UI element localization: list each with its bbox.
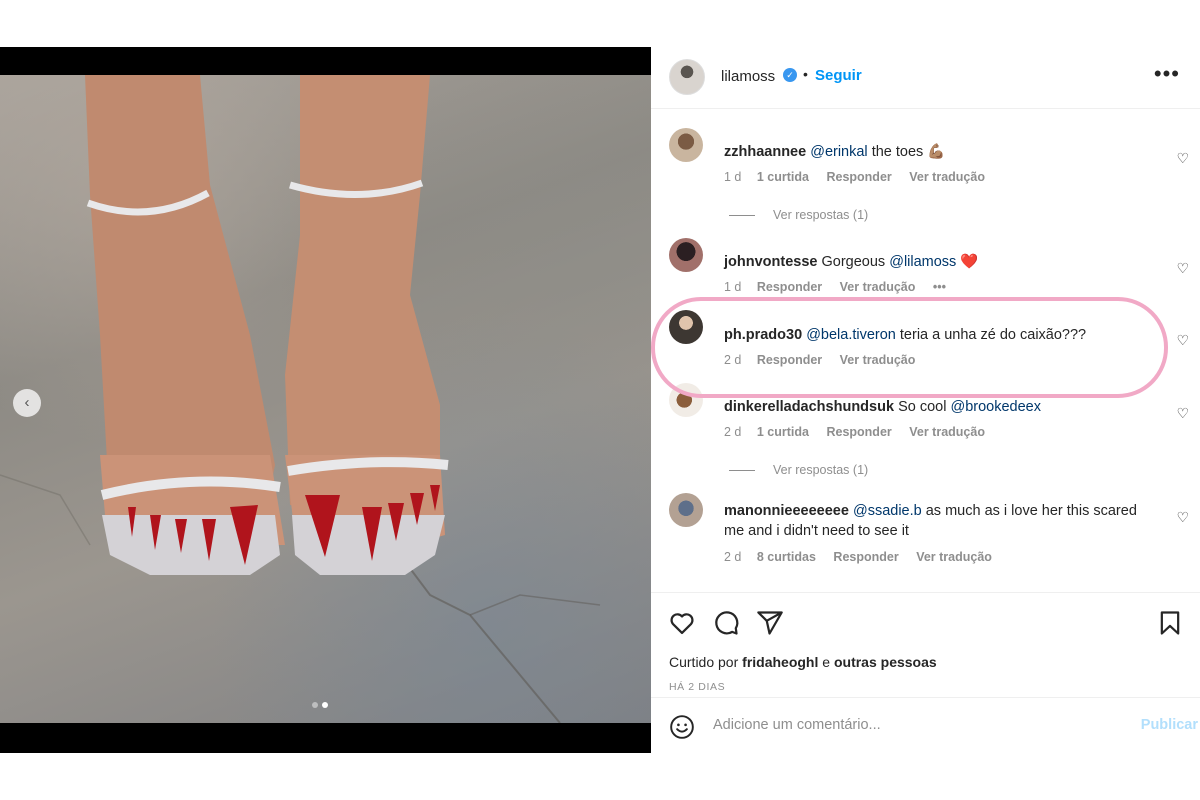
likes-others[interactable]: outras pessoas [834, 654, 937, 670]
post-side-panel: lilamoss ✓ • Seguir ••• zzhhaannee @erin… [651, 47, 1200, 753]
post-media: ‹ [0, 47, 651, 753]
comment-likes[interactable]: 1 curtida [757, 425, 809, 439]
author-avatar[interactable] [669, 59, 705, 95]
comment-mention[interactable]: @erinkal [810, 144, 867, 160]
comment-avatar[interactable] [669, 310, 703, 344]
comment-text: johnvontesse Gorgeous @lilamoss ❤️ [724, 252, 1154, 272]
bookmark-icon[interactable] [1156, 609, 1184, 637]
comment-time[interactable]: 2 d [724, 425, 741, 439]
emoji-icon[interactable] [669, 714, 695, 740]
comment-username[interactable]: ph.prado30 [724, 327, 802, 343]
translate-button[interactable]: Ver tradução [916, 550, 992, 564]
comment-content: teria a unha zé do caixão??? [899, 327, 1087, 343]
comment-username[interactable]: manonnieeeeeeee [724, 503, 849, 519]
comment-mention[interactable]: @brookedeex [950, 399, 1041, 415]
comment-username[interactable]: dinkerelladachshundsuk [724, 399, 894, 415]
author-username[interactable]: lilamoss [721, 68, 775, 85]
comment-text: manonnieeeeeeee @ssadie.b as much as i l… [724, 501, 1154, 541]
follow-button[interactable]: Seguir [815, 67, 862, 84]
header-separator: • [803, 66, 808, 82]
comment-like-heart-icon[interactable]: ♡ [1176, 332, 1189, 349]
comment-options-icon[interactable]: ••• [933, 280, 946, 294]
comment-time[interactable]: 2 d [724, 550, 741, 564]
comment-content: Gorgeous [821, 254, 886, 270]
comment-like-heart-icon[interactable]: ♡ [1176, 260, 1189, 277]
translate-button[interactable]: Ver tradução [909, 425, 985, 439]
carousel-dot-active [322, 702, 328, 708]
comment-avatar[interactable] [669, 128, 703, 162]
translate-button[interactable]: Ver tradução [909, 170, 985, 184]
publish-button[interactable]: Publicar [1141, 717, 1198, 733]
comment-avatar[interactable] [669, 238, 703, 272]
likes-prefix: Curtido por [669, 654, 739, 670]
view-replies-button[interactable]: Ver respostas (1) [729, 463, 868, 477]
post-actions: Curtido por fridaheoghl e outras pessoas… [651, 592, 1200, 702]
comment-content: So cool [898, 399, 947, 415]
comment-meta: 2 d 1 curtida Responder Ver tradução [724, 425, 999, 439]
comment-meta: 1 d Responder Ver tradução ••• [724, 280, 960, 294]
comment-emoji: ❤️ [960, 254, 979, 270]
comment-username[interactable]: johnvontesse [724, 254, 817, 270]
comment-content: the toes 💪🏽 [871, 144, 946, 160]
comment-username[interactable]: zzhhaannee [724, 144, 806, 160]
translate-button[interactable]: Ver tradução [840, 280, 916, 294]
comment-mention[interactable]: @bela.tiveron [806, 327, 896, 343]
feet-in-sandals-illustration [0, 75, 601, 723]
carousel-dots [312, 702, 328, 708]
comment-time[interactable]: 1 d [724, 170, 741, 184]
comment-avatar[interactable] [669, 383, 703, 417]
post-photo [0, 75, 651, 723]
likes-connector: e [822, 654, 831, 670]
comment-meta: 2 d 8 curtidas Responder Ver tradução [724, 550, 1006, 564]
comment-likes[interactable]: 1 curtida [757, 170, 809, 184]
likes-summary: Curtido por fridaheoghl e outras pessoas [669, 654, 937, 670]
reply-button[interactable]: Responder [833, 550, 898, 564]
comment-text: dinkerelladachshundsuk So cool @brookede… [724, 397, 1154, 417]
reply-button[interactable]: Responder [757, 353, 822, 367]
add-comment-bar: Publicar [651, 697, 1200, 753]
verified-badge-icon: ✓ [783, 68, 797, 82]
translate-button[interactable]: Ver tradução [840, 353, 916, 367]
post-date[interactable]: HÁ 2 DIAS [669, 681, 725, 693]
comment-text: ph.prado30 @bela.tiveron teria a unha zé… [724, 325, 1154, 345]
comments-list: zzhhaannee @erinkal the toes 💪🏽 1 d 1 cu… [651, 110, 1200, 591]
share-icon[interactable] [756, 609, 784, 637]
comment-input[interactable] [713, 717, 1073, 733]
comment-mention[interactable]: @lilamoss [889, 254, 956, 270]
reply-button[interactable]: Responder [826, 170, 891, 184]
comment-meta: 2 d Responder Ver tradução [724, 353, 929, 367]
comment-meta: 1 d 1 curtida Responder Ver tradução [724, 170, 999, 184]
comment-like-heart-icon[interactable]: ♡ [1176, 405, 1189, 422]
comment-avatar[interactable] [669, 493, 703, 527]
heart-icon[interactable] [668, 609, 696, 637]
comment-likes[interactable]: 8 curtidas [757, 550, 816, 564]
comment-like-heart-icon[interactable]: ♡ [1176, 150, 1189, 167]
carousel-dot [312, 702, 318, 708]
comment-icon[interactable] [712, 609, 740, 637]
comment-like-heart-icon[interactable]: ♡ [1176, 509, 1189, 526]
likes-user[interactable]: fridaheoghl [742, 654, 818, 670]
more-options-icon[interactable]: ••• [1154, 61, 1180, 87]
reply-button[interactable]: Responder [826, 425, 891, 439]
view-replies-button[interactable]: Ver respostas (1) [729, 208, 868, 222]
comment-time[interactable]: 2 d [724, 353, 741, 367]
post-header: lilamoss ✓ • Seguir ••• [651, 47, 1200, 109]
carousel-prev-button[interactable]: ‹ [13, 389, 41, 417]
comment-text: zzhhaannee @erinkal the toes 💪🏽 [724, 142, 1154, 162]
comment-mention[interactable]: @ssadie.b [853, 503, 922, 519]
comment-time[interactable]: 1 d [724, 280, 741, 294]
reply-button[interactable]: Responder [757, 280, 822, 294]
